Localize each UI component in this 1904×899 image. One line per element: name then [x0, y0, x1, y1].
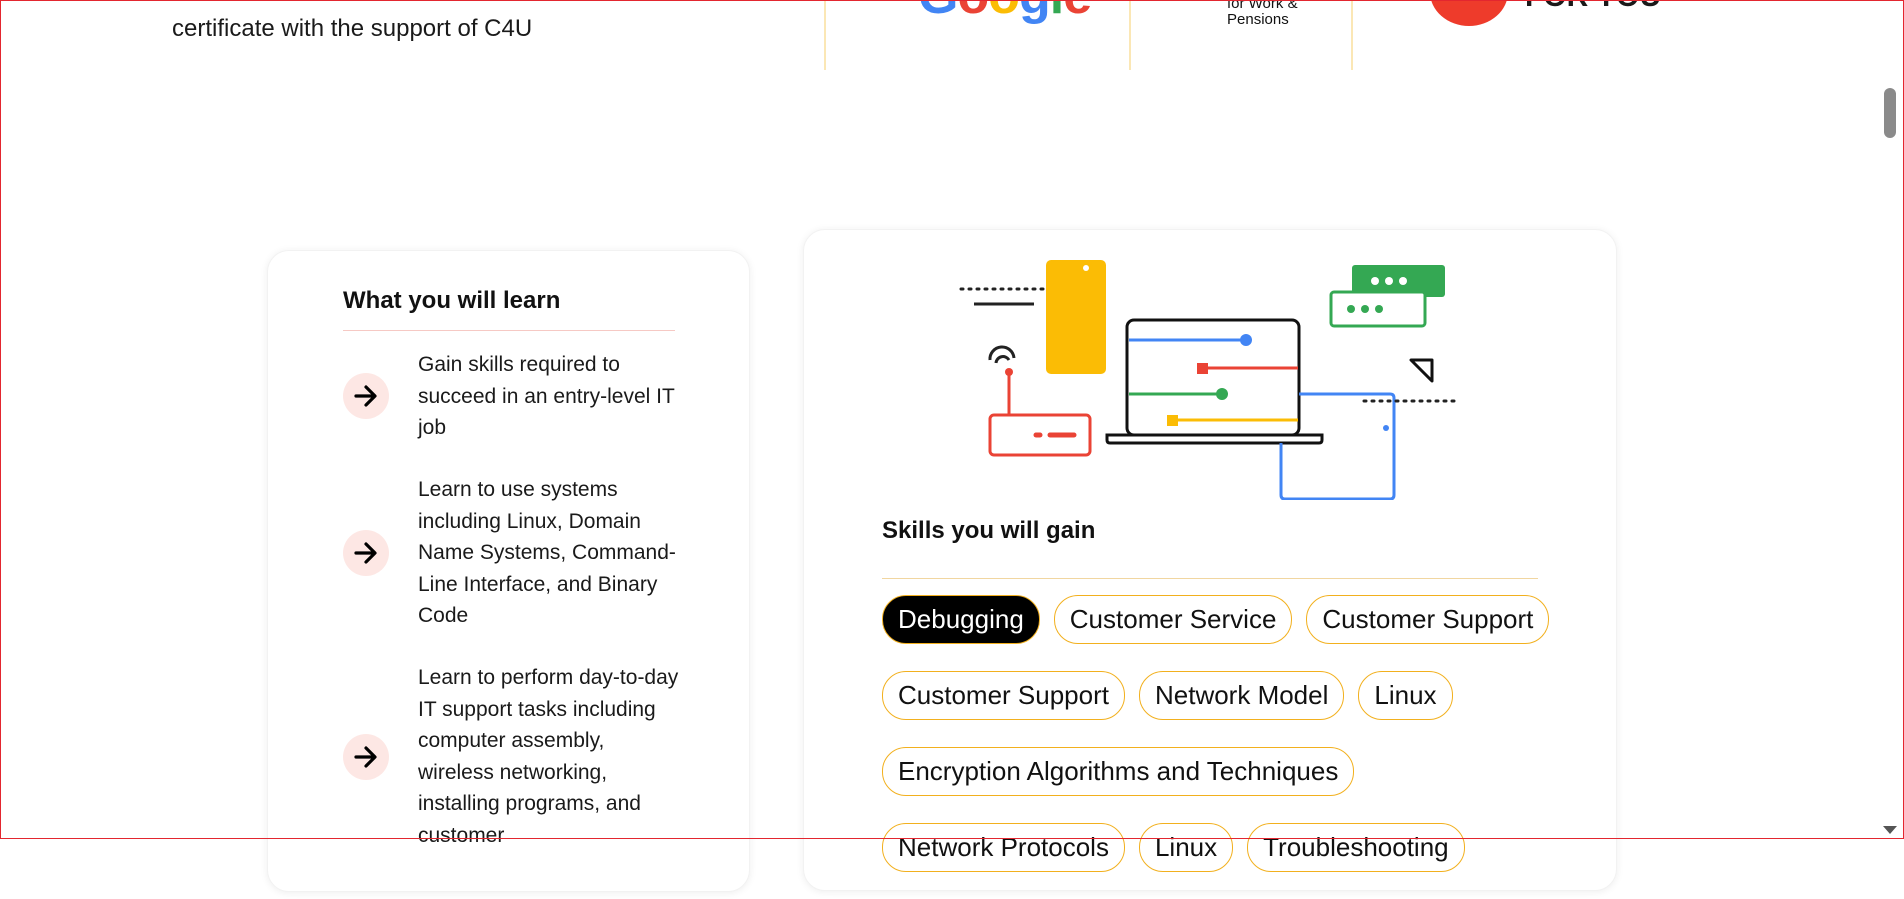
arrow-right-icon	[343, 529, 389, 576]
scroll-down-icon[interactable]	[1883, 826, 1897, 834]
partner-divider	[824, 0, 826, 70]
google-logo: Google	[918, 0, 1092, 22]
skill-chip-encryption[interactable]: Encryption Algorithms and Techniques	[882, 747, 1355, 796]
skill-chip-troubleshooting[interactable]: Troubleshooting	[1247, 823, 1465, 872]
learn-divider	[343, 330, 675, 331]
learn-item-text: Gain skills required to succeed in an en…	[418, 353, 675, 439]
vertical-scrollbar[interactable]	[1880, 0, 1898, 838]
skills-title: Skills you will gain	[882, 517, 1096, 544]
skill-chip-debugging[interactable]: Debugging	[882, 595, 1040, 644]
skill-chip-customer-support[interactable]: Customer Support	[882, 671, 1125, 720]
certificate-text: certificate with the support of C4U	[172, 0, 732, 46]
learn-item-text: Learn to use systems including Linux, Do…	[418, 478, 676, 627]
skill-chip-network-model[interactable]: Network Model	[1138, 671, 1345, 720]
skill-chip-customer-support[interactable]: Customer Support	[1306, 595, 1550, 644]
learn-title: What you will learn	[343, 287, 561, 314]
learn-item: Gain skills required to succeed in an en…	[343, 349, 683, 444]
skill-chip-linux[interactable]: Linux	[1358, 671, 1453, 720]
skill-chip-row: Customer Support Network Model Linux	[882, 671, 1562, 720]
skills-divider	[882, 578, 1538, 579]
skill-chip-row: Debugging Customer Service Customer Supp…	[882, 595, 1562, 644]
it-support-illustration	[959, 260, 1461, 500]
skill-chip-list: Debugging Customer Service Customer Supp…	[882, 595, 1562, 899]
arrow-right-icon	[343, 733, 389, 780]
skill-chip-row: Network Protocols Linux Troubleshooting	[882, 823, 1562, 872]
arrow-right-icon	[343, 373, 389, 420]
skill-chip-customer-service[interactable]: Customer Service	[1053, 595, 1293, 644]
c4u-logo	[1430, 0, 1508, 26]
dwp-logo: for Work & Pensions	[1227, 0, 1298, 28]
skill-chip-network-protocols[interactable]: Network Protocols	[882, 823, 1125, 872]
scrollbar-thumb[interactable]	[1884, 88, 1896, 138]
skill-chip-linux[interactable]: Linux	[1138, 823, 1234, 872]
partner-divider	[1351, 0, 1353, 70]
skills-card: Skills you will gain Debugging Customer …	[803, 229, 1617, 891]
c4u-logo-text: FOR YOU	[1525, 0, 1661, 12]
learn-item: Learn to perform day-to-day IT support t…	[343, 662, 683, 851]
skill-chip-row: Encryption Algorithms and Techniques	[882, 747, 1562, 796]
certificate-line: certificate with the support of C4U	[172, 15, 533, 42]
learn-card: What you will learn Gain skills required…	[267, 250, 750, 892]
learn-item: Learn to use systems including Linux, Do…	[343, 474, 683, 632]
learn-item-text: Learn to perform day-to-day IT support t…	[418, 666, 679, 847]
partner-divider	[1129, 0, 1131, 70]
